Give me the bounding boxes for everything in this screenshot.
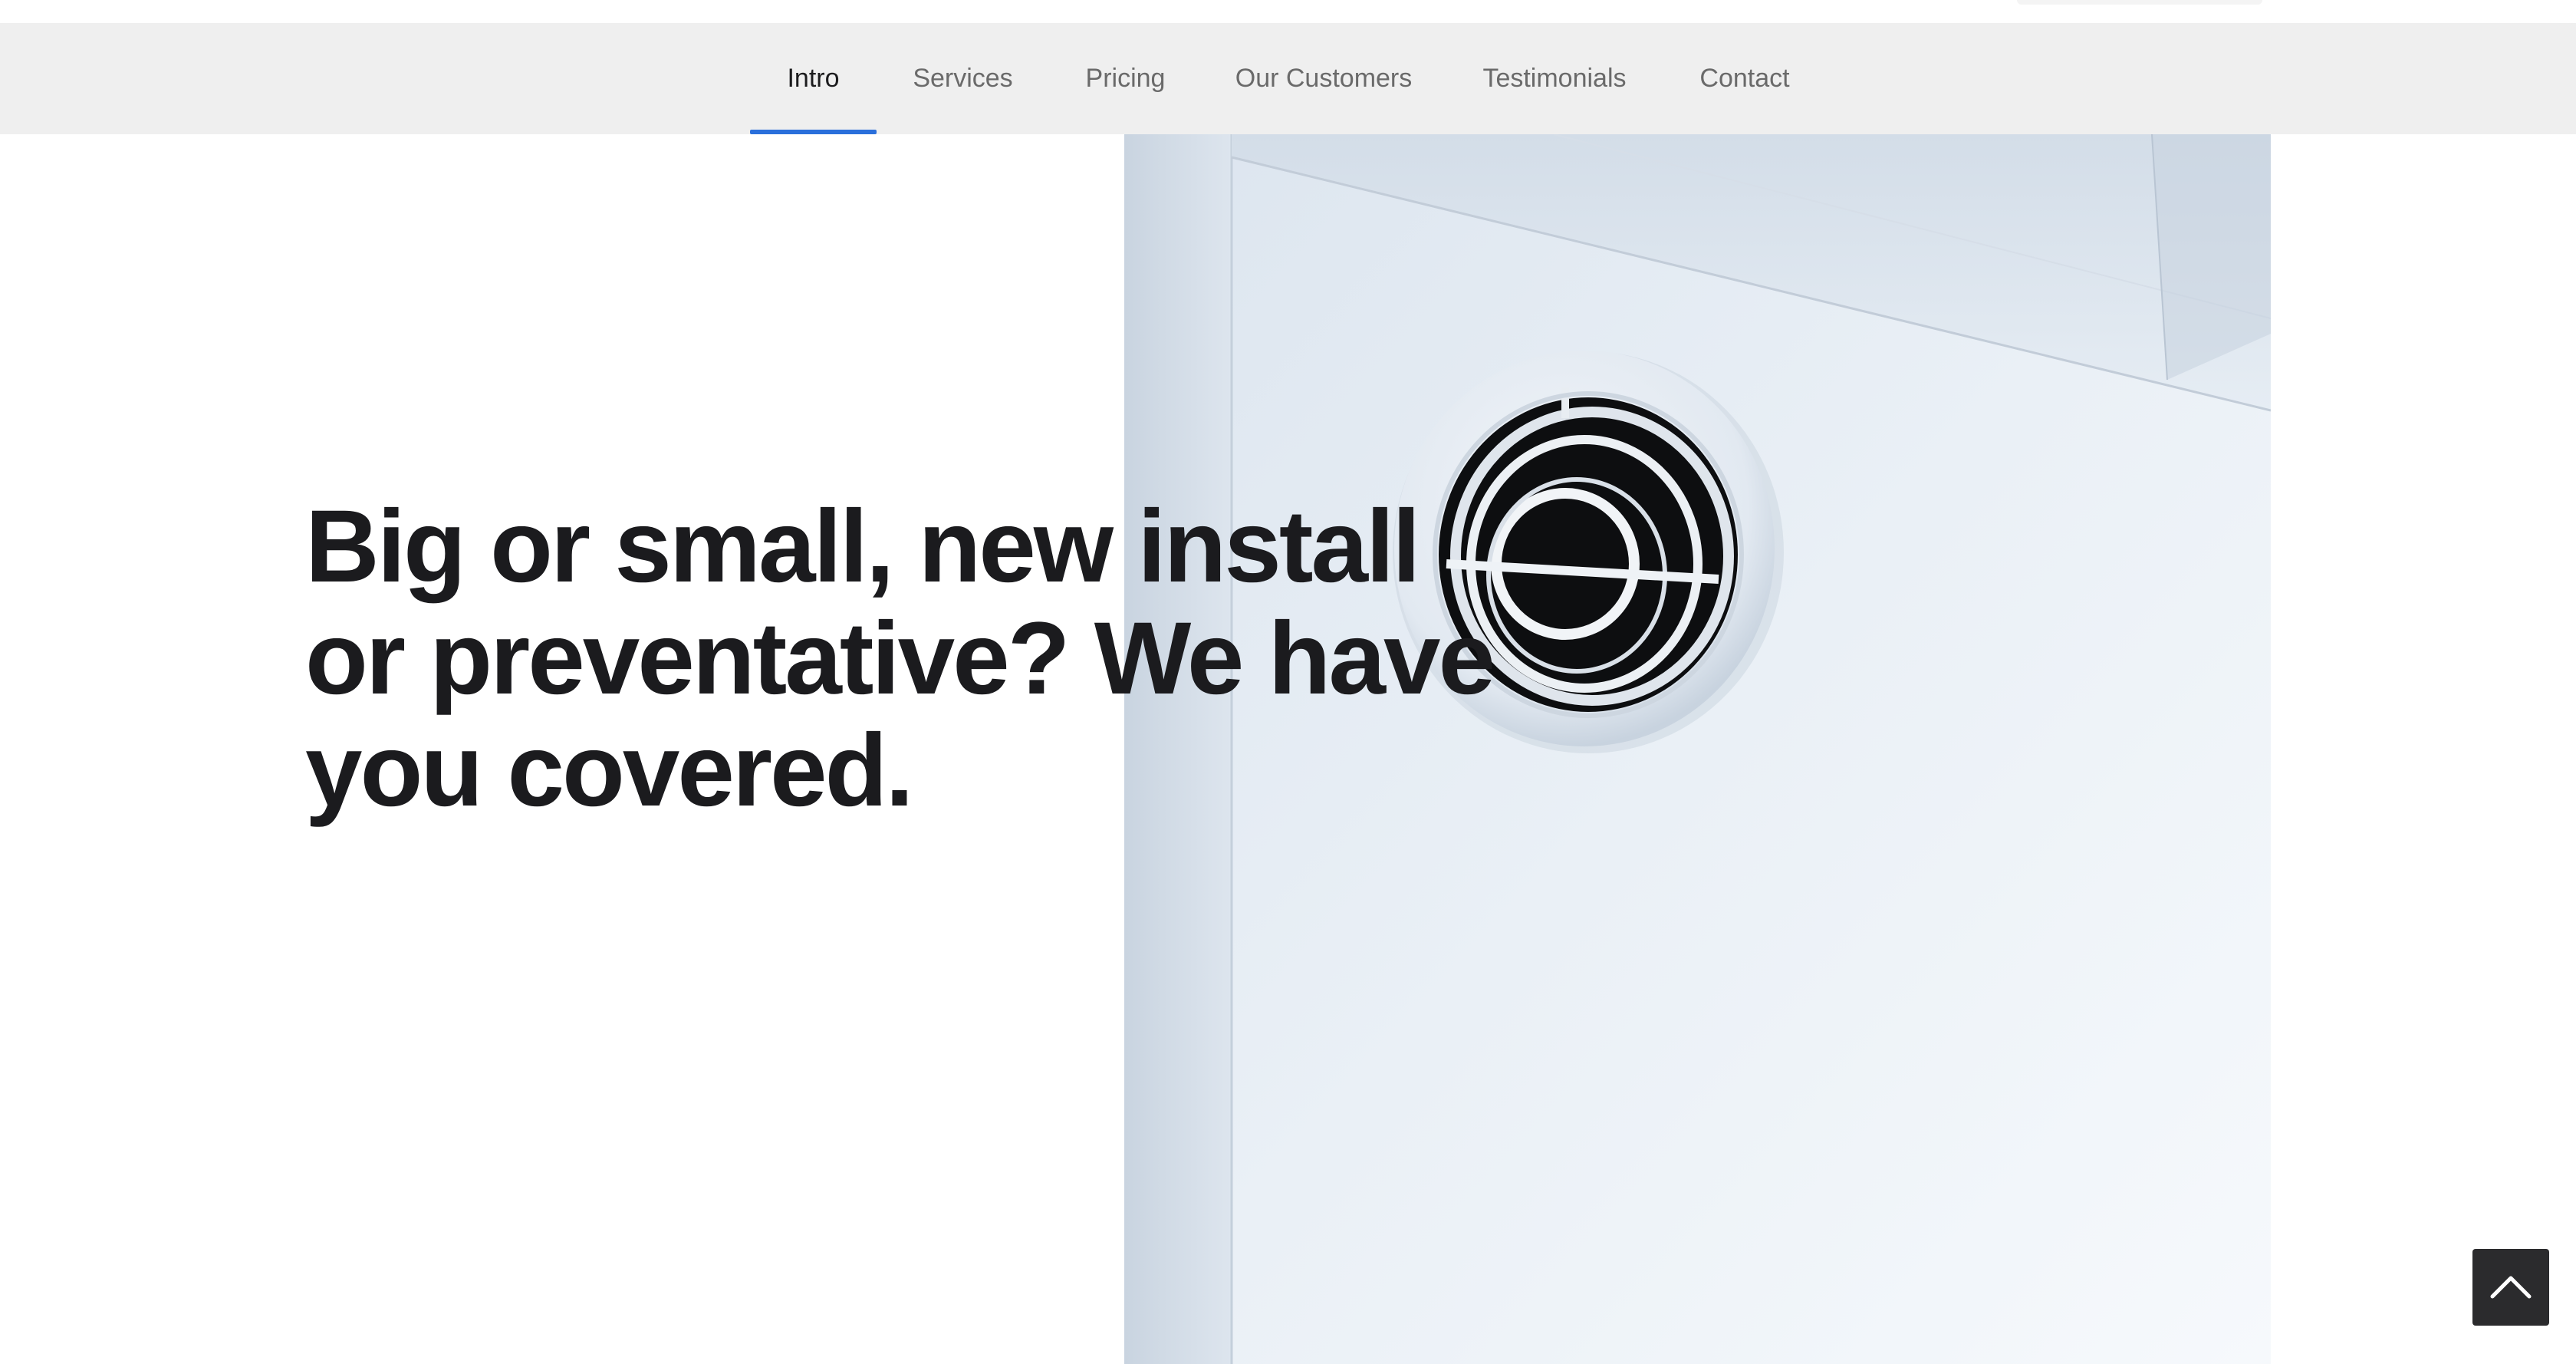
top-strip-tab (2017, 0, 2262, 5)
hero-headline: Big or small, new install or preventativ… (305, 489, 1495, 828)
nav-tab-services[interactable]: Services (900, 23, 1026, 134)
nav-tab-our-customers[interactable]: Our Customers (1224, 23, 1423, 134)
section-nav: Intro Services Pricing Our Customers Tes… (0, 23, 2576, 134)
nav-tab-pricing[interactable]: Pricing (1070, 23, 1181, 134)
chevron-up-icon (2490, 1276, 2532, 1299)
scroll-to-top-button[interactable] (2472, 1249, 2549, 1326)
top-strip (0, 0, 2576, 23)
nav-tab-testimonials[interactable]: Testimonials (1469, 23, 1640, 134)
nav-tab-contact[interactable]: Contact (1683, 23, 1806, 134)
nav-tab-intro[interactable]: Intro (750, 23, 877, 134)
